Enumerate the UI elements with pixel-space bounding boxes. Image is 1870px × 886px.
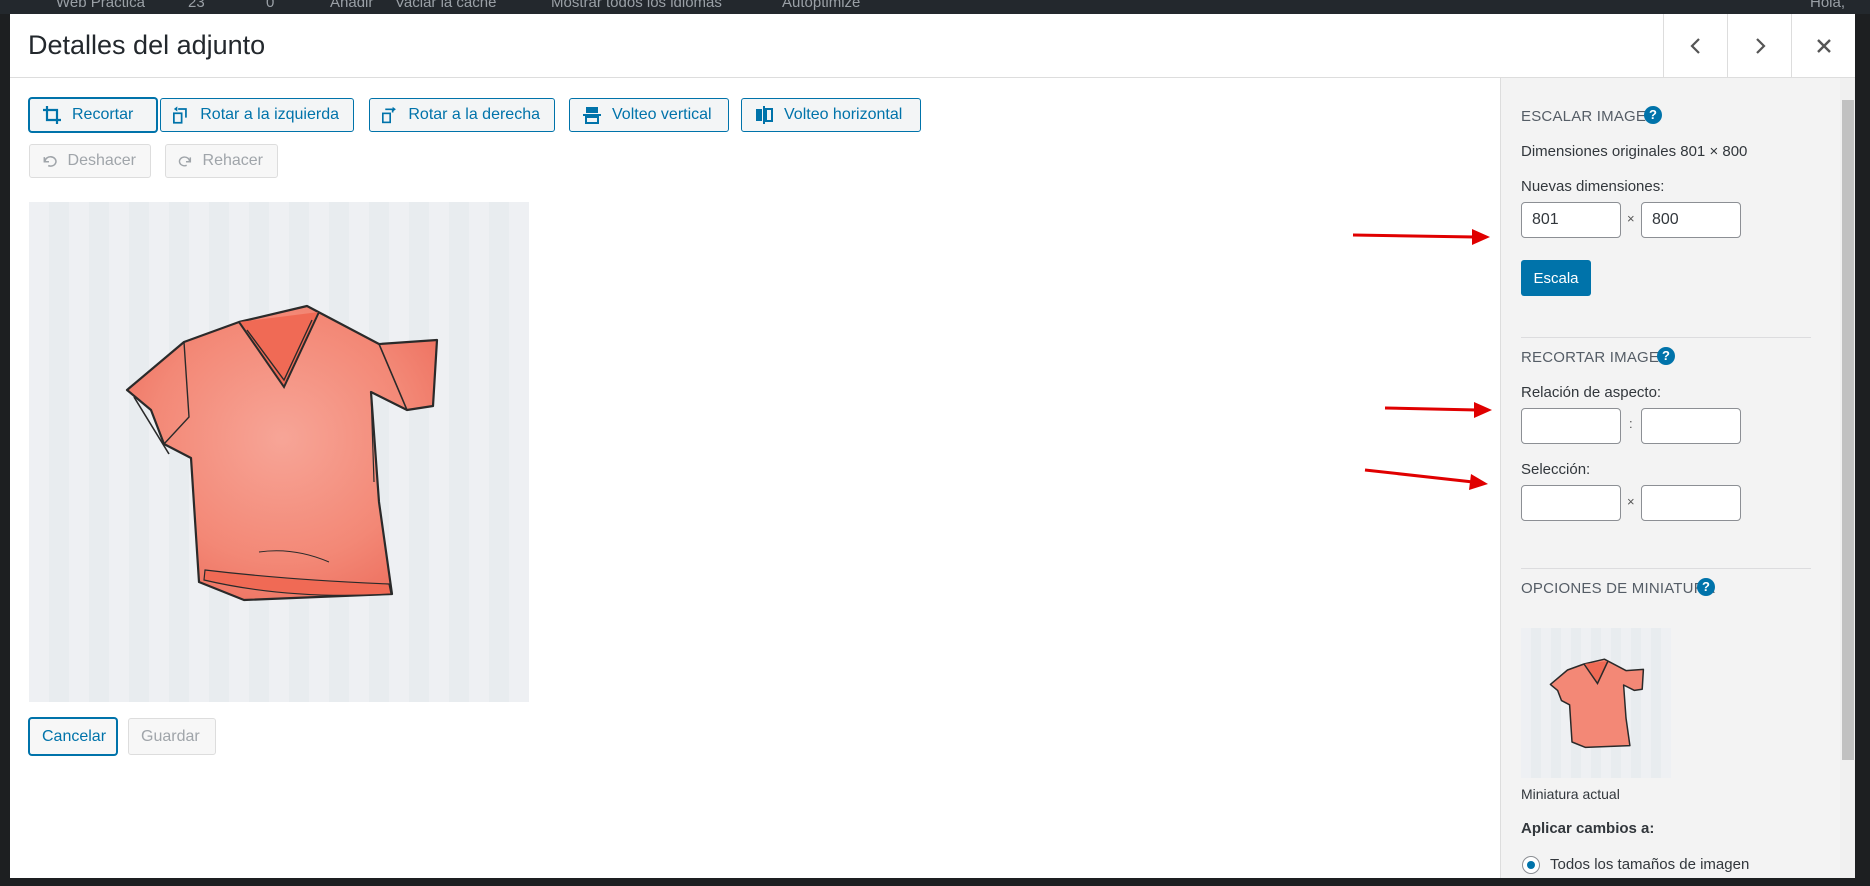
save-label: Guardar	[141, 727, 200, 745]
flip-vertical-icon	[583, 107, 601, 124]
crop-button[interactable]: Recortar	[29, 98, 157, 132]
modal-header: Detalles del adjunto	[10, 14, 1855, 78]
chevron-right-icon	[1755, 37, 1766, 54]
next-button[interactable]	[1727, 14, 1791, 77]
clear-cache-link[interactable]: Vaciar la caché	[395, 0, 496, 11]
arrow-to-selection	[1364, 468, 1488, 490]
scrollbar[interactable]	[1840, 78, 1855, 878]
crop-icon	[43, 106, 61, 124]
redo-label: Rehacer	[202, 152, 263, 169]
help-icon[interactable]: ?	[1697, 578, 1715, 596]
aspect-width-input[interactable]	[1521, 408, 1621, 444]
undo-button[interactable]: Deshacer	[29, 144, 151, 178]
add-new-link[interactable]: Añadir	[330, 0, 373, 11]
admin-bar: Web Práctica 23 0 Añadir Vaciar la caché…	[0, 0, 1870, 14]
save-button[interactable]: Guardar	[128, 718, 216, 755]
scale-width-input[interactable]	[1521, 202, 1621, 238]
site-name[interactable]: Web Práctica	[56, 0, 145, 11]
divider	[1521, 568, 1811, 569]
divider	[1521, 337, 1811, 338]
image-edit-sidebar: Escalar imagen ? Dimensiones originales …	[1500, 78, 1855, 878]
scale-height-input[interactable]	[1641, 202, 1741, 238]
undo-label: Deshacer	[67, 152, 136, 169]
scrollbar-thumb[interactable]	[1842, 100, 1854, 760]
rotate-left-icon	[173, 106, 187, 124]
autoptimize-link[interactable]: Autoptimize	[782, 0, 860, 11]
cancel-label: Cancelar	[42, 727, 107, 745]
scale-button[interactable]: Escala	[1521, 260, 1591, 296]
scale-heading: Escalar imagen	[1521, 108, 1658, 125]
redo-button[interactable]: Rehacer	[165, 144, 278, 178]
aspect-ratio-label: Relación de aspecto:	[1521, 384, 1662, 401]
attachment-details-modal: Detalles del adjunto Recortar Rotar a la…	[10, 14, 1855, 878]
aspect-separator: :	[1629, 416, 1633, 431]
selection-label: Selección:	[1521, 461, 1591, 478]
close-icon	[1816, 38, 1831, 53]
new-dimensions-label: Nuevas dimensiones:	[1521, 178, 1665, 195]
crop-label: Recortar	[72, 106, 134, 123]
current-thumbnail-label: Miniatura actual	[1521, 786, 1620, 802]
close-button[interactable]	[1791, 14, 1855, 77]
page-title: Detalles del adjunto	[28, 30, 266, 60]
annotation-arrows	[1352, 229, 1492, 490]
arrow-to-dimensions	[1352, 229, 1490, 245]
apply-changes-label: Aplicar cambios a:	[1521, 820, 1655, 837]
tshirt-thumbnail	[1549, 658, 1645, 749]
selection-width-input[interactable]	[1521, 485, 1621, 521]
flip-vertical-label: Volteo vertical	[612, 106, 712, 123]
selection-separator: ×	[1627, 494, 1635, 509]
help-icon[interactable]: ?	[1644, 106, 1662, 124]
rotate-right-icon	[382, 106, 396, 124]
updates-count[interactable]: 23	[188, 0, 205, 11]
original-dimensions: Dimensiones originales 801 × 800	[1521, 143, 1748, 160]
comments-count[interactable]: 0	[266, 0, 274, 11]
crop-heading: Recortar imagen	[1521, 349, 1671, 366]
rotate-right-label: Rotar a la derecha	[408, 106, 540, 123]
show-languages-link[interactable]: Mostrar todos los idiomas	[551, 0, 722, 11]
greeting[interactable]: Hola,	[1810, 0, 1845, 11]
flip-horizontal-icon	[756, 106, 773, 124]
rotate-right-button[interactable]: Rotar a la derecha	[369, 98, 555, 132]
tshirt-image	[125, 304, 439, 602]
radio-all-sizes[interactable]	[1522, 856, 1540, 874]
redo-icon	[178, 156, 192, 167]
scale-separator: ×	[1627, 211, 1635, 226]
image-preview[interactable]	[29, 202, 529, 702]
cancel-button[interactable]: Cancelar	[29, 718, 117, 755]
chevron-left-icon	[1689, 37, 1700, 54]
arrow-to-aspect-ratio	[1384, 402, 1492, 418]
selection-height-input[interactable]	[1641, 485, 1741, 521]
thumbnail-heading: Opciones de miniatura	[1521, 580, 1715, 597]
flip-vertical-button[interactable]: Volteo vertical	[569, 98, 729, 132]
help-icon[interactable]: ?	[1657, 347, 1675, 365]
flip-horizontal-label: Volteo horizontal	[784, 106, 903, 123]
current-thumbnail	[1521, 628, 1671, 778]
rotate-left-label: Rotar a la izquierda	[200, 106, 339, 123]
flip-horizontal-button[interactable]: Volteo horizontal	[741, 98, 921, 132]
undo-icon	[43, 156, 57, 167]
radio-all-sizes-label: Todos los tamaños de imagen	[1550, 856, 1750, 873]
previous-button[interactable]	[1663, 14, 1727, 77]
aspect-height-input[interactable]	[1641, 408, 1741, 444]
rotate-left-button[interactable]: Rotar a la izquierda	[160, 98, 354, 132]
